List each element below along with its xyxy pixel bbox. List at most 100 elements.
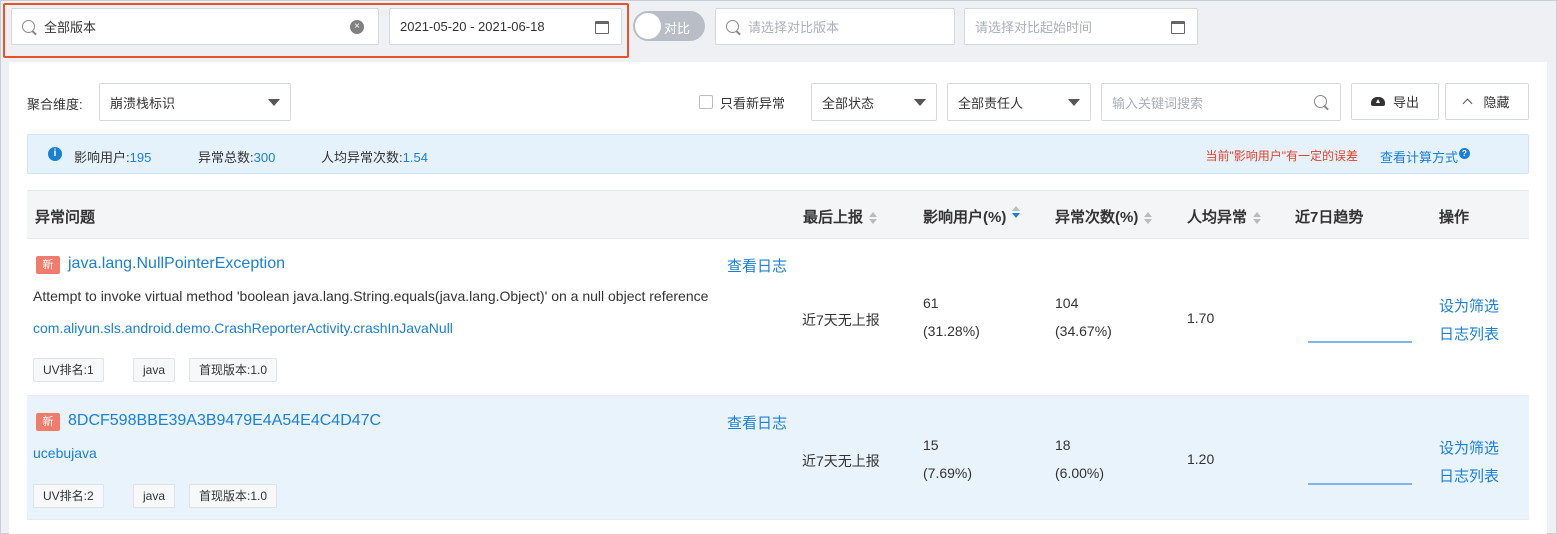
sort-desc-icon[interactable] bbox=[1012, 206, 1021, 218]
issue-title-link[interactable]: java.lang.NullPointerException bbox=[68, 255, 285, 273]
users-pct-cell: (7.69%) bbox=[923, 465, 973, 481]
uv-rank-tag: UV排名:1 bbox=[33, 358, 104, 382]
search-icon bbox=[22, 20, 35, 33]
th-trend: 近7日趋势 bbox=[1295, 209, 1364, 226]
chevron-down-icon bbox=[914, 99, 926, 106]
export-button[interactable]: 导出 bbox=[1351, 83, 1439, 120]
clear-icon[interactable]: × bbox=[350, 20, 364, 34]
compare-start-placeholder: 请选择对比起始时间 bbox=[975, 20, 1093, 35]
aggregate-label: 聚合维度: bbox=[27, 97, 83, 112]
log-list-link[interactable]: 日志列表 bbox=[1439, 465, 1499, 486]
chevron-down-icon bbox=[1068, 99, 1080, 106]
th-avg-label: 人均异常 bbox=[1187, 209, 1248, 226]
only-new-checkbox[interactable] bbox=[699, 95, 713, 109]
hide-label: 隐藏 bbox=[1483, 95, 1510, 110]
set-filter-link[interactable]: 设为筛选 bbox=[1439, 437, 1499, 458]
calc-method-link[interactable]: 查看计算方式 bbox=[1380, 147, 1458, 166]
users-cell: 61 bbox=[923, 295, 939, 311]
users-stat-value: 195 bbox=[129, 150, 152, 165]
info-icon: i bbox=[48, 147, 62, 161]
export-label: 导出 bbox=[1392, 95, 1419, 110]
set-filter-link[interactable]: 设为筛选 bbox=[1439, 295, 1499, 316]
version-select[interactable]: 全部版本 × bbox=[11, 8, 379, 45]
issue-description: Attempt to invoke virtual method 'boolea… bbox=[33, 288, 709, 304]
trend-sparkline bbox=[1308, 341, 1412, 343]
view-log-link[interactable]: 查看日志 bbox=[727, 255, 787, 276]
avg-stat-value: 1.54 bbox=[402, 150, 428, 165]
users-stat: 影响用户:195 bbox=[74, 147, 151, 166]
package-link[interactable]: com.aliyun.sls.android.demo.CrashReporte… bbox=[33, 320, 453, 336]
hide-button[interactable]: 隐藏 bbox=[1445, 83, 1529, 120]
total-stat-value: 300 bbox=[253, 150, 276, 165]
accuracy-warning: 当前"影响用户"有一定的误差 bbox=[1205, 149, 1358, 163]
avg-cell: 1.70 bbox=[1187, 310, 1215, 326]
last-report-cell: 近7天无上报 bbox=[802, 312, 880, 328]
last-report-cell: 近7天无上报 bbox=[802, 453, 880, 469]
th-actions: 操作 bbox=[1439, 209, 1470, 226]
question-icon[interactable]: ? bbox=[1459, 148, 1470, 159]
count-pct-cell: (6.00%) bbox=[1055, 465, 1105, 481]
th-issue: 异常问题 bbox=[35, 209, 96, 226]
calendar-icon bbox=[1171, 21, 1185, 34]
th-count-label: 异常次数(%) bbox=[1055, 209, 1139, 226]
avg-cell: 1.20 bbox=[1187, 451, 1215, 467]
th-avg[interactable]: 人均异常 bbox=[1187, 206, 1262, 227]
th-last-report-label: 最后上报 bbox=[803, 209, 864, 226]
th-last-report[interactable]: 最后上报 bbox=[803, 206, 878, 227]
compare-toggle[interactable]: 对比 bbox=[633, 11, 705, 41]
table-header: 异常问题 最后上报 影响用户(%) 异常次数(%) 人均异常 近7日趋势 操作 bbox=[27, 190, 1529, 239]
count-pct-cell: (34.67%) bbox=[1055, 323, 1112, 339]
table-row: 新 java.lang.NullPointerException 查看日志 At… bbox=[27, 239, 1529, 396]
new-badge: 新 bbox=[36, 256, 60, 274]
cloud-download-icon bbox=[1370, 97, 1385, 106]
compare-version-placeholder: 请选择对比版本 bbox=[748, 20, 840, 35]
chevron-down-icon bbox=[268, 99, 280, 106]
th-users-label: 影响用户(%) bbox=[923, 209, 1007, 226]
keyword-search-input[interactable]: 输入关键词搜索 bbox=[1101, 83, 1341, 121]
lang-tag: java bbox=[133, 358, 176, 382]
avg-stat: 人均异常次数:1.54 bbox=[321, 147, 428, 166]
calendar-icon bbox=[595, 21, 609, 34]
date-range-picker[interactable]: 2021-05-20 - 2021-06-18 bbox=[389, 8, 622, 45]
lang-tag: java bbox=[133, 484, 176, 508]
search-icon[interactable] bbox=[1314, 95, 1327, 108]
status-select[interactable]: 全部状态 bbox=[811, 83, 937, 121]
toggle-knob bbox=[635, 13, 661, 39]
package-link[interactable]: ucebujava bbox=[33, 445, 97, 461]
only-new-label[interactable]: 只看新异常 bbox=[720, 93, 785, 112]
avg-stat-label: 人均异常次数: bbox=[321, 150, 403, 165]
aggregate-value: 崩溃栈标识 bbox=[110, 95, 176, 111]
aggregate-select[interactable]: 崩溃栈标识 bbox=[99, 83, 291, 121]
users-stat-label: 影响用户: bbox=[74, 150, 130, 165]
first-version-tag: 首现版本:1.0 bbox=[189, 484, 278, 508]
owner-select[interactable]: 全部责任人 bbox=[947, 83, 1091, 121]
keyword-placeholder: 输入关键词搜索 bbox=[1112, 95, 1204, 111]
sort-icon[interactable] bbox=[1144, 212, 1153, 225]
search-icon bbox=[726, 20, 739, 33]
users-cell: 15 bbox=[923, 437, 939, 453]
chevron-up-icon bbox=[1463, 98, 1473, 109]
trend-sparkline bbox=[1308, 483, 1412, 485]
th-users[interactable]: 影响用户(%) bbox=[923, 206, 1021, 227]
first-version-tag: 首现版本:1.0 bbox=[189, 358, 278, 382]
compare-toggle-label: 对比 bbox=[664, 21, 691, 36]
th-count[interactable]: 异常次数(%) bbox=[1055, 206, 1153, 227]
log-list-link[interactable]: 日志列表 bbox=[1439, 323, 1499, 344]
main-panel: 聚合维度: 崩溃栈标识 只看新异常 全部状态 全部责任人 输入关键词搜索 导出 … bbox=[9, 62, 1547, 534]
compare-version-select[interactable]: 请选择对比版本 bbox=[715, 8, 955, 45]
users-pct-cell: (31.28%) bbox=[923, 323, 980, 339]
version-value: 全部版本 bbox=[44, 20, 97, 35]
compare-start-picker[interactable]: 请选择对比起始时间 bbox=[964, 8, 1198, 45]
filter-bar: 聚合维度: 崩溃栈标识 只看新异常 全部状态 全部责任人 输入关键词搜索 导出 … bbox=[9, 62, 1547, 134]
sort-icon[interactable] bbox=[1253, 212, 1262, 225]
sort-icon[interactable] bbox=[869, 212, 878, 225]
count-cell: 18 bbox=[1055, 437, 1071, 453]
total-stat-label: 异常总数: bbox=[198, 150, 254, 165]
new-badge: 新 bbox=[36, 413, 60, 431]
total-stat: 异常总数:300 bbox=[198, 147, 275, 166]
view-log-link[interactable]: 查看日志 bbox=[727, 412, 787, 433]
top-toolbar: 全部版本 × 2021-05-20 - 2021-06-18 对比 请选择对比版… bbox=[0, 0, 1557, 62]
issue-title-link[interactable]: 8DCF598BBE39A3B9479E4A54E4C4D47C bbox=[68, 412, 381, 430]
summary-bar: i 影响用户:195 异常总数:300 人均异常次数:1.54 当前"影响用户"… bbox=[27, 134, 1529, 174]
status-value: 全部状态 bbox=[822, 95, 875, 111]
